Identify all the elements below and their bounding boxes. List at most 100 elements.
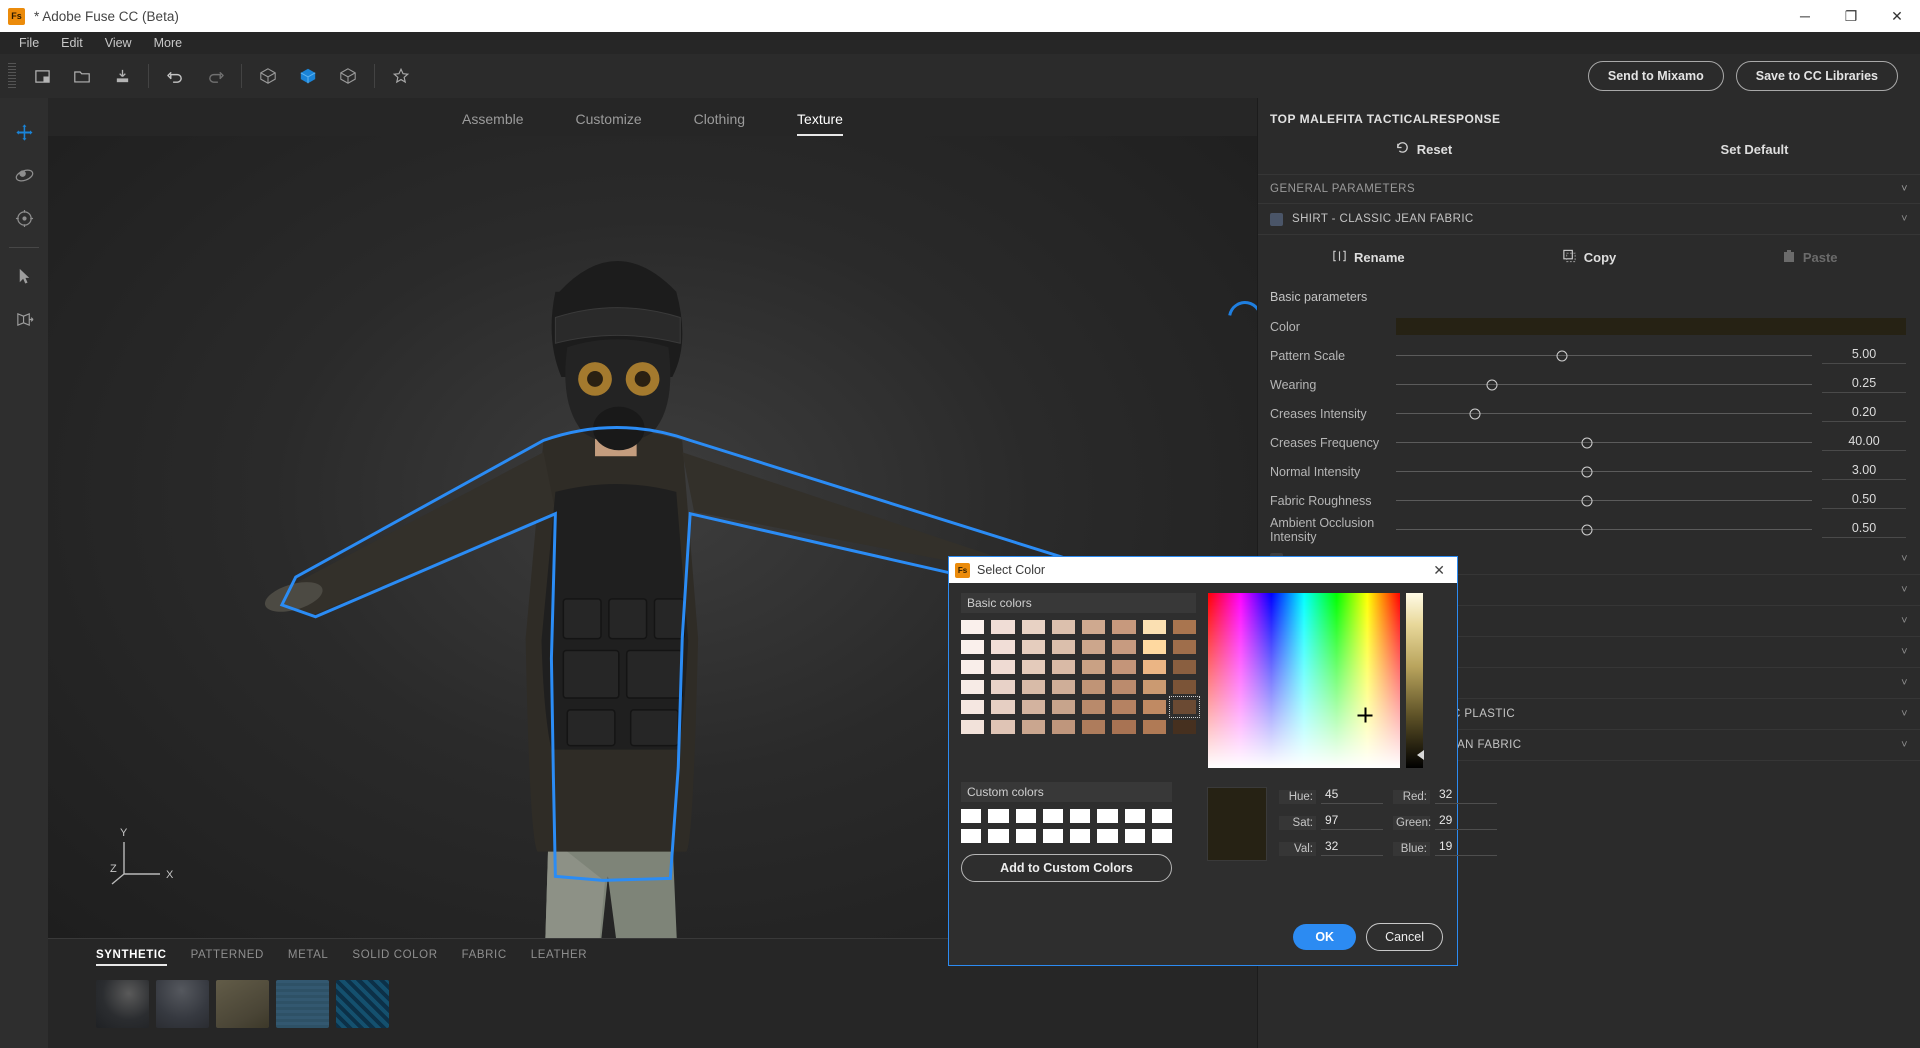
chevron-down-icon: ˅ [1901,213,1908,225]
menu-view[interactable]: View [94,36,143,50]
material-category-metal[interactable]: METAL [288,949,329,966]
parameter-slider[interactable] [1396,515,1812,544]
sat-input[interactable]: 97 [1321,813,1383,830]
parameter-value[interactable]: 0.20 [1822,405,1906,422]
dialog-close-icon[interactable]: ✕ [1427,562,1451,579]
set-default-button[interactable]: Set Default [1589,140,1920,158]
dialog-buttons: OK Cancel [1293,923,1443,951]
menu-more[interactable]: More [143,36,193,50]
material-category-fabric[interactable]: FABRIC [462,949,507,966]
new-scene-icon[interactable] [22,59,62,93]
slider-knob[interactable] [1581,437,1593,448]
parameter-row: Wearing 0.25 [1258,370,1920,399]
saturation-value-field[interactable] [1208,593,1400,768]
material-section-shirt[interactable]: SHIRT - CLASSIC JEAN FABRIC ˅ [1258,204,1920,235]
general-parameters-label: GENERAL PARAMETERS [1270,183,1416,195]
material-thumbnail[interactable] [276,980,329,1028]
parameter-value[interactable]: 0.25 [1822,376,1906,393]
model-low-icon[interactable] [248,59,288,93]
slider-knob[interactable] [1486,379,1498,390]
menu-edit[interactable]: Edit [50,36,94,50]
material-category-solid-color[interactable]: SOLID COLOR [352,949,437,966]
extrude-tool[interactable] [4,299,44,339]
chevron-down-icon: ˅ [1901,677,1908,689]
chevron-down-icon: ˅ [1901,739,1908,751]
green-input[interactable]: 29 [1435,813,1497,830]
material-thumbnail[interactable] [96,980,149,1028]
rename-button[interactable]: Rename [1258,249,1479,266]
toolbar-grip[interactable] [8,63,16,89]
parameter-slider[interactable] [1396,486,1812,515]
material-swatch [1270,212,1283,226]
parameter-slider[interactable] [1396,370,1812,399]
paste-button: Paste [1699,249,1920,266]
svg-text:Z: Z [110,863,117,875]
blue-input[interactable]: 19 [1435,839,1497,856]
chevron-down-icon: ˅ [1901,708,1908,720]
parameter-slider[interactable] [1396,341,1812,370]
val-input[interactable]: 32 [1321,839,1383,856]
tab-customize[interactable]: Customize [550,111,668,136]
import-icon[interactable] [102,59,142,93]
focus-target-tool[interactable] [4,198,44,238]
toolbar-divider-3 [374,64,375,88]
main-area: Assemble Customize Clothing Texture Y X … [0,98,1920,1048]
favorite-star-icon[interactable] [381,59,421,93]
material-thumbnail[interactable] [156,980,209,1028]
undo-icon[interactable] [155,59,195,93]
parameter-label: Creases Frequency [1270,435,1380,450]
cancel-button[interactable]: Cancel [1366,923,1443,951]
material-actions: Rename Copy Paste [1258,235,1920,284]
redo-icon[interactable] [195,59,235,93]
send-to-mixamo-button[interactable]: Send to Mixamo [1587,61,1724,91]
toolbar-divider-2 [241,64,242,88]
model-solid-icon[interactable] [288,59,328,93]
material-category-leather[interactable]: LEATHER [531,949,587,966]
slider-knob[interactable] [1556,350,1568,361]
green-field-row: Green: 29 [1393,813,1497,830]
parameter-value[interactable]: 5.00 [1822,347,1906,364]
menu-file[interactable]: File [8,36,50,50]
maximize-button[interactable]: ❐ [1828,0,1874,32]
parameter-row: Creases Frequency 40.00 [1258,428,1920,457]
tab-texture[interactable]: Texture [771,111,869,136]
parameter-slider[interactable] [1396,428,1812,457]
material-category-patterned[interactable]: PATTERNED [191,949,264,966]
slider-knob[interactable] [1469,408,1481,419]
brightness-strip[interactable] [1406,593,1424,768]
close-button[interactable]: ✕ [1874,0,1920,32]
save-to-cc-libraries-button[interactable]: Save to CC Libraries [1735,61,1898,91]
material-thumbnail[interactable] [336,980,389,1028]
pan-move-tool[interactable] [4,112,44,152]
select-arrow-tool[interactable] [4,256,44,296]
parameter-value[interactable]: 0.50 [1822,492,1906,509]
parameter-value[interactable]: 0.50 [1822,521,1906,538]
slider-knob[interactable] [1581,466,1593,477]
hue-input[interactable]: 45 [1321,787,1383,804]
open-folder-icon[interactable] [62,59,102,93]
parameter-slider[interactable] [1396,399,1812,428]
tab-assemble[interactable]: Assemble [436,111,549,136]
color-swatch-button[interactable] [1396,318,1906,335]
red-input[interactable]: 32 [1435,787,1497,804]
tool-rail-divider [9,247,39,248]
minimize-button[interactable]: ─ [1782,0,1828,32]
rgb-fields: Red: 32 Green: 29 Blue: 19 [1393,787,1497,861]
tab-clothing[interactable]: Clothing [668,111,771,136]
copy-button[interactable]: Copy [1479,249,1700,266]
orbit-tool[interactable] [4,155,44,195]
hue-field-row: Hue: 45 [1279,787,1383,804]
reset-button[interactable]: Reset [1258,140,1589,158]
parameter-value[interactable]: 40.00 [1822,434,1906,451]
ok-button[interactable]: OK [1293,924,1357,950]
dialog-title-bar: Fs Select Color ✕ [949,557,1457,583]
parameter-slider[interactable] [1396,457,1812,486]
slider-knob[interactable] [1581,495,1593,506]
general-parameters-section[interactable]: GENERAL PARAMETERS ˅ [1258,174,1920,204]
parameter-row: Ambient Occlusion Intensity 0.50 [1258,515,1920,544]
slider-knob[interactable] [1581,524,1593,535]
parameter-value[interactable]: 3.00 [1822,463,1906,480]
model-high-icon[interactable] [328,59,368,93]
material-category-synthetic[interactable]: SYNTHETIC [96,949,167,966]
material-thumbnail[interactable] [216,980,269,1028]
